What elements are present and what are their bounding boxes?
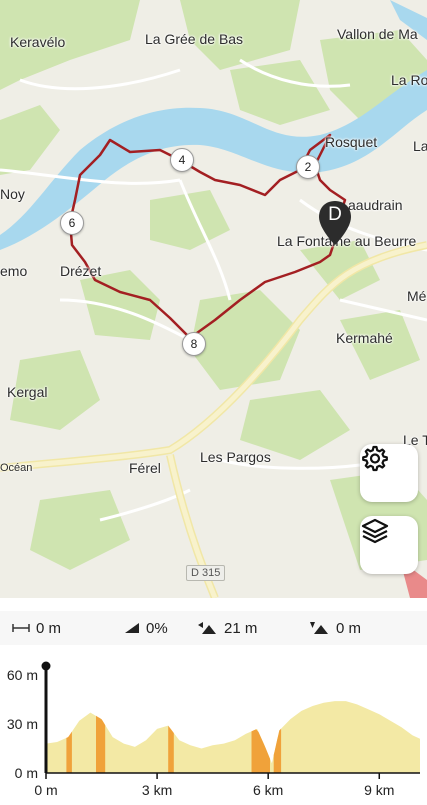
ascent-value: 21 m xyxy=(224,619,258,637)
place-label: emo xyxy=(0,263,28,279)
place-label: Keravélo xyxy=(10,34,66,50)
destination-pin[interactable]: D xyxy=(317,199,353,247)
gear-icon xyxy=(362,445,388,472)
place-label: Kergal xyxy=(7,384,48,400)
descent-icon xyxy=(310,622,328,634)
place-label: Vallon de Ma xyxy=(337,26,418,42)
map-canvas[interactable] xyxy=(0,0,427,598)
distance-value: 0 m xyxy=(36,619,62,637)
waypoint-marker[interactable]: 4 xyxy=(170,148,194,172)
slope-value: 0% xyxy=(146,619,168,637)
place-label: La xyxy=(413,138,427,154)
place-label: Rosquet xyxy=(325,134,378,150)
elevation-chart[interactable]: 60 m 30 m 0 m0 m 3 km 6 km 9 km xyxy=(0,650,427,800)
waypoint-marker[interactable]: 8 xyxy=(182,332,206,356)
place-label: aaudrain xyxy=(348,197,403,213)
distance-stat: 0 m xyxy=(12,611,61,645)
place-label: Les Pargos xyxy=(200,449,271,465)
x-tick-label: 0 m xyxy=(34,782,57,798)
place-label: Férel xyxy=(129,460,161,476)
x-tick-label: 9 km xyxy=(364,782,394,798)
waypoint-marker[interactable]: 6 xyxy=(60,211,84,235)
x-tick-label: 6 km xyxy=(253,782,283,798)
slope-icon xyxy=(125,623,139,633)
distance-icon xyxy=(12,624,30,632)
settings-button[interactable] xyxy=(360,444,418,502)
y-tick-label: 60 m xyxy=(7,667,38,683)
place-label: La Ro xyxy=(391,72,427,88)
steep-segment xyxy=(96,715,106,773)
ascent-stat: 21 m xyxy=(196,611,257,645)
steep-segment xyxy=(273,728,282,773)
ascent-icon xyxy=(198,622,216,634)
descent-value: 0 m xyxy=(336,619,362,637)
layers-icon xyxy=(361,518,389,544)
elevation-cursor-dot xyxy=(41,661,51,671)
descent-stat: 0 m xyxy=(308,611,361,645)
layers-button[interactable] xyxy=(360,516,418,574)
map-view[interactable]: Keravélo La Grée de Bas Vallon de Ma La … xyxy=(0,0,427,598)
stats-bar: 0 m 0% 21 m 0 m xyxy=(0,611,427,645)
elevation-profile[interactable]: 60 m 30 m 0 m0 m 3 km 6 km 9 km xyxy=(0,650,427,800)
y-tick-label: 0 m xyxy=(15,765,38,781)
steep-segment xyxy=(251,729,270,773)
place-label: Drézet xyxy=(60,263,102,279)
place-label: La Grée de Bas xyxy=(145,31,244,47)
waypoint-marker[interactable]: 2 xyxy=(296,155,320,179)
place-label: Noy xyxy=(0,186,25,202)
road-shield: D 315 xyxy=(186,565,226,581)
destination-pin-label: D xyxy=(328,204,342,225)
road-label: Océan xyxy=(0,462,33,474)
steep-segment xyxy=(66,731,72,773)
steep-segment xyxy=(168,725,174,773)
x-tick-label: 3 km xyxy=(142,782,172,798)
y-tick-label: 30 m xyxy=(7,716,38,732)
slope-stat: 0% xyxy=(124,611,168,645)
place-label: Mé xyxy=(407,288,427,304)
place-label: Kermahé xyxy=(336,330,393,346)
